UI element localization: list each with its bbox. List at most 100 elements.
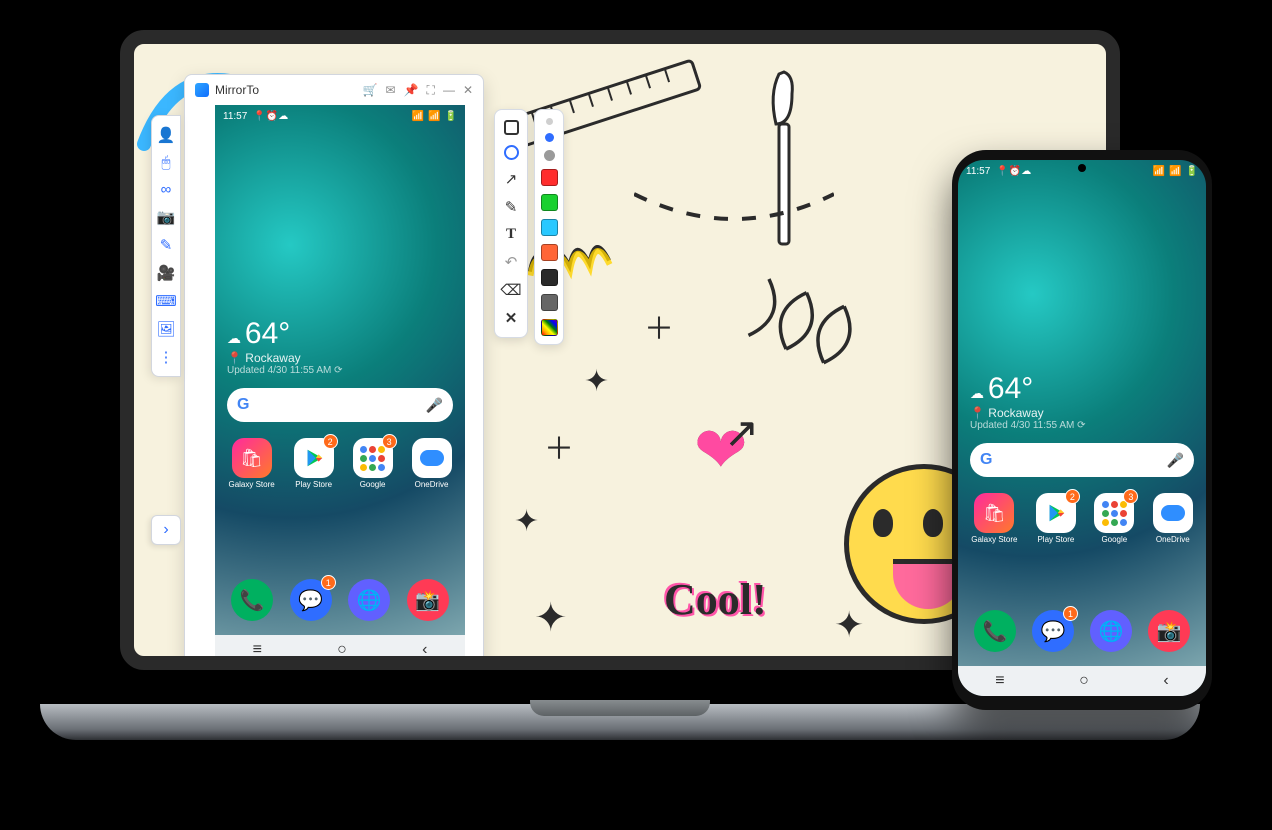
phone-nav-bar: ≡ ○ ‹ — [215, 635, 465, 665]
dock-internet[interactable]: 🌐 — [348, 579, 390, 621]
pin-icon[interactable]: 📌 — [404, 83, 419, 98]
color-black-swatch[interactable] — [541, 269, 558, 286]
fullscreen-icon[interactable]: ⛶ — [427, 83, 435, 98]
mail-icon[interactable]: ✉ — [386, 83, 396, 98]
star-doodle: ✦ — [834, 604, 864, 646]
phone-dock: 📞 💬1 🌐 📸 — [223, 573, 457, 627]
minimize-icon[interactable]: — — [443, 83, 455, 98]
mouse-icon[interactable]: 🖱 — [161, 154, 170, 171]
dock-camera[interactable]: 📸 — [407, 579, 449, 621]
dock-camera[interactable]: 📸 — [1148, 610, 1190, 652]
size-medium-icon[interactable] — [545, 133, 554, 142]
record-icon[interactable]: 🎥 — [157, 264, 176, 282]
dna-doodle — [732, 266, 876, 392]
plus-doodle: ＋ — [544, 424, 574, 468]
rect-tool-icon[interactable] — [504, 120, 519, 135]
color-gray-swatch[interactable] — [541, 294, 558, 311]
infinity-icon[interactable]: ∞ — [161, 181, 172, 198]
arrow-tool-icon[interactable]: ↗ — [505, 170, 518, 188]
google-search-bar[interactable]: G 🎤 — [227, 388, 453, 422]
status-time: 11:57 — [223, 111, 247, 122]
plus-doodle: ＋ — [644, 304, 674, 348]
close-tool-icon[interactable]: ✕ — [505, 309, 518, 327]
weather-location: Rockaway — [245, 351, 300, 365]
phone-dock: 📞 💬1 🌐 📸 — [966, 604, 1198, 658]
app-logo-icon — [195, 83, 209, 97]
app-galaxy-store[interactable]: 🛍Galaxy Store — [971, 493, 1017, 544]
close-icon[interactable]: ✕ — [463, 83, 473, 98]
dock-phone[interactable]: 📞 — [231, 579, 273, 621]
app-onedrive[interactable]: OneDrive — [1153, 493, 1193, 544]
phone-camera-hole — [1078, 164, 1086, 172]
status-right-icons: 📶📶🔋 — [412, 111, 457, 122]
app-play-store[interactable]: 2 Play Store — [294, 438, 334, 489]
google-logo-icon: G — [980, 451, 992, 469]
nav-home[interactable]: ○ — [1079, 672, 1089, 690]
color-toolbar — [534, 109, 564, 345]
gallery-icon[interactable]: 🖼 — [156, 320, 175, 338]
physical-phone: 11:57 📍⏰☁ 📶📶🔋 ☁ 64° 📍 Rockaway Updated 4… — [952, 150, 1212, 710]
star-doodle: ✦ — [514, 504, 539, 539]
status-time: 11:57 — [966, 166, 990, 177]
cart-icon[interactable]: 🛒 — [363, 83, 378, 98]
expand-toolbar-button[interactable]: › — [151, 515, 181, 545]
mic-icon[interactable]: 🎤 — [426, 397, 443, 414]
google-search-bar[interactable]: G 🎤 — [970, 443, 1194, 477]
weather-widget[interactable]: ☁ 64° 📍 Rockaway Updated 4/30 11:55 AM ⟳ — [215, 317, 465, 382]
google-logo-icon: G — [237, 396, 249, 414]
wallpaper-area — [215, 127, 465, 317]
dock-messages[interactable]: 💬1 — [1032, 610, 1074, 652]
wallpaper-area — [958, 182, 1206, 372]
app-google-folder[interactable]: 3 Google — [353, 438, 393, 489]
status-left-icons: 📍⏰☁ — [996, 166, 1031, 177]
app-play-store[interactable]: 2Play Store — [1036, 493, 1076, 544]
app-galaxy-store[interactable]: 🛍 Galaxy Store — [228, 438, 274, 489]
eraser-tool-icon[interactable]: ⌫ — [500, 281, 521, 299]
weather-updated: Updated 4/30 11:55 AM ⟳ — [227, 365, 453, 376]
app-title: MirrorTo — [215, 83, 259, 97]
size-large-icon[interactable] — [544, 150, 555, 161]
color-green-swatch[interactable] — [541, 194, 558, 211]
cool-text-doodle: Cool! — [664, 574, 767, 625]
dock-phone[interactable]: 📞 — [974, 610, 1016, 652]
weather-icon: ☁ — [227, 330, 241, 346]
mirrored-phone-screen[interactable]: 11:57 📍⏰☁ 📶📶🔋 ☁ 64° 📍 Rockaway Updated 4… — [215, 105, 465, 665]
color-orange-swatch[interactable] — [541, 244, 558, 261]
app-google-folder[interactable]: 3Google — [1094, 493, 1134, 544]
app-row: 🛍 Galaxy Store 2 Play Store 3 Google One… — [215, 428, 465, 491]
nav-recents[interactable]: ≡ — [253, 641, 262, 659]
color-cyan-swatch[interactable] — [541, 219, 558, 236]
keyboard-icon[interactable]: ⌨ — [155, 292, 177, 310]
color-red-swatch[interactable] — [541, 169, 558, 186]
text-tool-icon[interactable]: T — [506, 226, 516, 243]
mic-icon[interactable]: 🎤 — [1167, 452, 1184, 469]
account-icon[interactable]: 👤 — [157, 126, 176, 144]
app-row: 🛍Galaxy Store 2Play Store 3Google OneDri… — [958, 483, 1206, 546]
undo-tool-icon[interactable]: ↶ — [505, 253, 518, 271]
dock-messages[interactable]: 💬1 — [290, 579, 332, 621]
nav-home[interactable]: ○ — [337, 641, 347, 659]
physical-phone-screen[interactable]: 11:57 📍⏰☁ 📶📶🔋 ☁ 64° 📍 Rockaway Updated 4… — [958, 160, 1206, 696]
status-right-icons: 📶📶🔋 — [1153, 166, 1198, 177]
color-rainbow-swatch[interactable] — [541, 319, 558, 336]
star-doodle: ✦ — [584, 364, 609, 399]
mirrorto-window: MirrorTo 🛒 ✉ 📌 ⛶ — ✕ 👤 🖱 ∞ 📷 ✎ 🎥 — [184, 74, 484, 666]
nav-back[interactable]: ‹ — [422, 641, 427, 659]
draw-icon[interactable]: ✎ — [160, 236, 173, 254]
nav-recents[interactable]: ≡ — [995, 672, 1004, 690]
circle-tool-icon[interactable] — [504, 145, 519, 160]
app-onedrive[interactable]: OneDrive — [412, 438, 452, 489]
heart-doodle: ❤ — [694, 414, 748, 488]
star-doodle: ✦ — [534, 594, 568, 641]
dashed-curve-doodle — [634, 184, 834, 234]
pen-tool-icon[interactable]: ✎ — [505, 198, 518, 216]
more-icon[interactable]: ⋮ — [159, 348, 174, 366]
size-small-icon[interactable] — [546, 118, 553, 125]
status-bar: 11:57 📍⏰☁ 📶📶🔋 — [215, 105, 465, 127]
nav-back[interactable]: ‹ — [1163, 672, 1168, 690]
status-left-icons: 📍⏰☁ — [253, 111, 288, 122]
screenshot-icon[interactable]: 📷 — [157, 208, 176, 226]
weather-widget[interactable]: ☁ 64° 📍 Rockaway Updated 4/30 11:55 AM ⟳ — [958, 372, 1206, 437]
dock-internet[interactable]: 🌐 — [1090, 610, 1132, 652]
phone-nav-bar: ≡ ○ ‹ — [958, 666, 1206, 696]
